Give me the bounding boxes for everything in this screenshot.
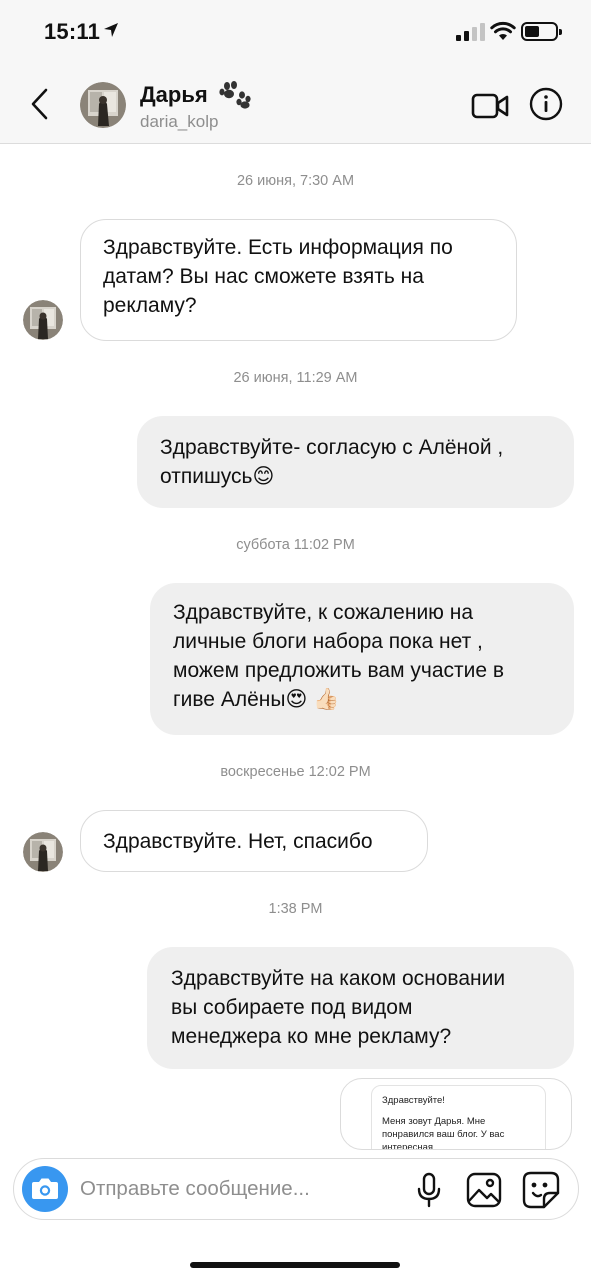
message-composer: [13, 1158, 579, 1220]
sender-avatar[interactable]: [23, 300, 63, 340]
location-arrow-icon: [104, 23, 118, 37]
incoming-message[interactable]: Здравствуйте. Есть информация по датам? …: [80, 219, 517, 341]
message-timestamp: 26 июня, 7:30 AM: [236, 173, 355, 189]
avatar[interactable]: [80, 82, 126, 128]
paw-icon: [219, 81, 251, 109]
info-button[interactable]: [529, 87, 563, 121]
sticker-icon: [522, 1171, 560, 1209]
camera-icon: [32, 1178, 58, 1199]
outgoing-message[interactable]: Здравствуйте- согласую с Алёной , отпишу…: [137, 416, 574, 508]
status-bar: 15:11: [0, 0, 591, 64]
message-timestamp: воскресенье 12:02 PM: [220, 764, 371, 780]
image-icon: [466, 1172, 502, 1208]
chat-header: Дарья daria_kolp: [0, 64, 591, 144]
camera-button[interactable]: [22, 1166, 68, 1212]
video-call-button[interactable]: [471, 92, 509, 120]
back-button[interactable]: [26, 86, 56, 122]
message-timestamp: 1:38 PM: [268, 901, 323, 917]
preview-body: Меня зовут Дарья. Мне понравился ваш бло…: [382, 1116, 505, 1150]
message-timestamp: 26 июня, 11:29 AM: [233, 370, 358, 386]
battery-icon: [521, 22, 562, 41]
message-input[interactable]: [80, 1171, 400, 1207]
sender-avatar[interactable]: [23, 832, 63, 872]
shared-screenshot-preview: Здравствуйте! Меня зовут Дарья. Мне понр…: [371, 1085, 546, 1150]
message-timestamp: суббота 11:02 PM: [236, 537, 355, 553]
cellular-signal-icon: [456, 23, 485, 41]
contact-username[interactable]: daria_kolp: [140, 112, 218, 132]
outgoing-message[interactable]: Здравствуйте, к сожалению на личные блог…: [150, 583, 574, 735]
sticker-button[interactable]: [522, 1171, 560, 1209]
wifi-icon: [490, 21, 516, 40]
preview-greeting: Здравствуйте!: [382, 1095, 445, 1106]
video-camera-icon: [471, 93, 509, 119]
gallery-button[interactable]: [466, 1172, 502, 1208]
voice-message-button[interactable]: [416, 1172, 442, 1208]
shared-screenshot-message[interactable]: Здравствуйте! Меня зовут Дарья. Мне понр…: [340, 1078, 572, 1150]
home-indicator[interactable]: [190, 1262, 400, 1268]
contact-name[interactable]: Дарья: [140, 82, 208, 108]
incoming-message[interactable]: Здравствуйте. Нет, спасибо: [80, 810, 428, 872]
status-time: 15:11: [44, 19, 101, 44]
chevron-left-icon: [31, 88, 48, 120]
info-icon: [529, 87, 563, 121]
microphone-icon: [417, 1172, 441, 1208]
outgoing-message[interactable]: Здравствуйте на каком основании вы собир…: [147, 947, 574, 1069]
